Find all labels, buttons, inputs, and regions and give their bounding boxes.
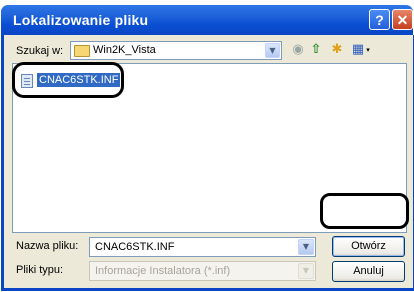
views-dropdown-icon[interactable]: ▾ [364, 42, 372, 58]
title-bar[interactable]: Lokalizowanie pliku ? ✕ [1, 5, 413, 35]
help-button[interactable]: ? [369, 9, 390, 30]
look-in-label: Szukaj w: [16, 45, 64, 57]
file-type-label: Pliki typu: [16, 264, 64, 276]
file-name-label: Nazwa pliku: [16, 240, 79, 252]
file-name-input[interactable]: CNAC6STK.INF ▼ [89, 237, 316, 257]
close-button[interactable]: ✕ [392, 9, 413, 30]
locate-file-dialog: Lokalizowanie pliku ? ✕ Szukaj w: Win2K_… [0, 0, 414, 292]
back-icon[interactable]: ◉ [290, 42, 306, 58]
file-name-value: CNAC6STK.INF [95, 241, 175, 253]
highlight-ring-file [12, 62, 124, 98]
file-type-select[interactable]: Informacje Instalatora (*.inf) ▼ [89, 261, 316, 281]
highlight-ring-open [320, 193, 409, 229]
file-type-value: Informacje Instalatora (*.inf) [95, 265, 231, 277]
new-folder-icon[interactable]: ✱ [329, 42, 345, 58]
chevron-down-icon[interactable]: ▼ [265, 43, 280, 58]
cancel-button[interactable]: Anuluj [332, 261, 405, 282]
chevron-down-icon[interactable]: ▼ [298, 263, 314, 279]
chevron-down-icon[interactable]: ▼ [298, 239, 314, 255]
dialog-title: Lokalizowanie pliku [13, 12, 149, 28]
up-folder-icon[interactable]: ⇧ [308, 42, 324, 58]
look-in-value: Win2K_Vista [93, 44, 156, 56]
folder-icon [74, 45, 90, 57]
look-in-combo[interactable]: Win2K_Vista ▼ [70, 41, 282, 60]
open-button[interactable]: Otwórz [332, 236, 405, 257]
